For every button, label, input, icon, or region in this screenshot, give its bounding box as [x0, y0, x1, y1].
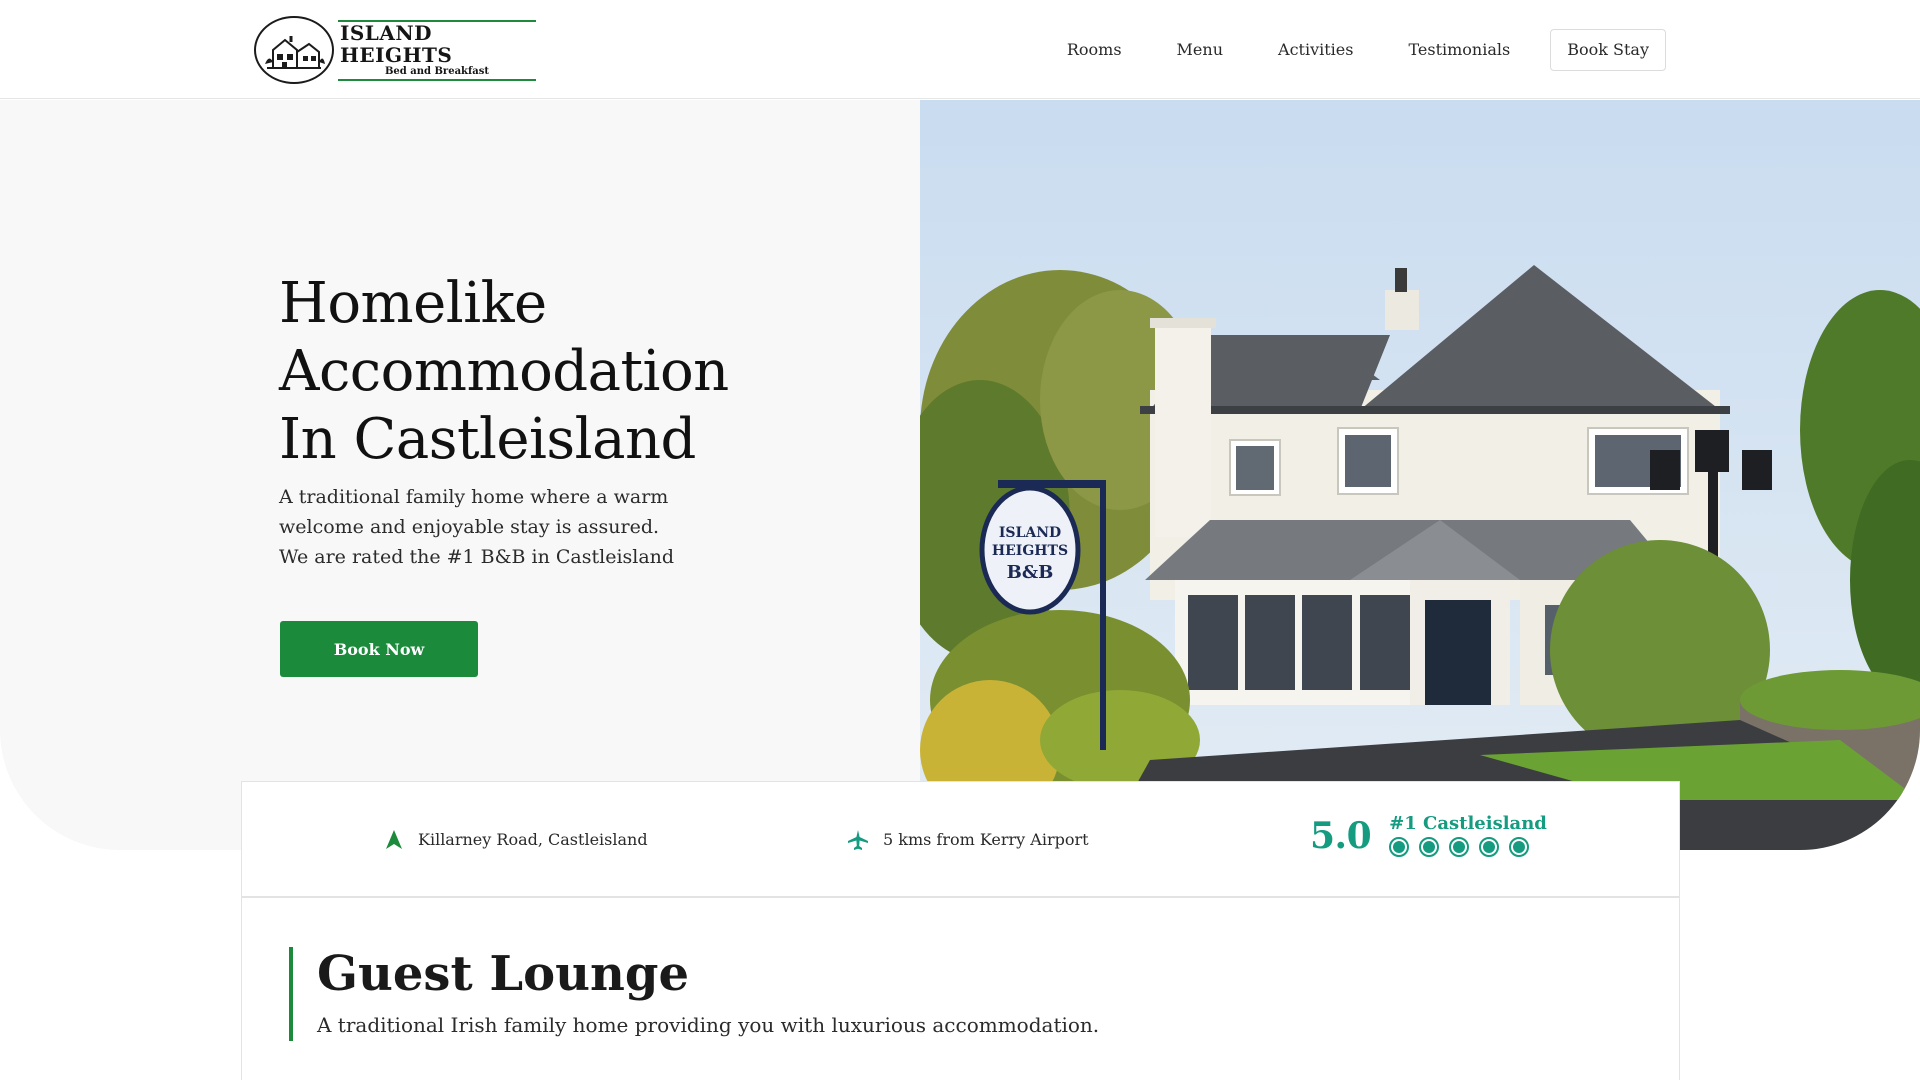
guesthouse-photo: ISLAND HEIGHTS B&B — [920, 100, 1920, 850]
book-now-button[interactable]: Book Now — [280, 621, 478, 677]
hero-title-line: Homelike — [279, 271, 547, 336]
house-logo-icon — [254, 16, 334, 84]
hero-subtitle-line: welcome and enjoyable stay is assured. — [279, 516, 660, 538]
hero-copy: Homelike Accommodation In Castleisland A… — [279, 270, 799, 572]
guest-lounge-subtitle: A traditional Irish family home providin… — [317, 1013, 1100, 1037]
rating-label: #1 Castleisland — [1389, 813, 1547, 834]
logo-tagline: Bed and Breakfast — [338, 66, 536, 81]
hero-title-line: In Castleisland — [279, 407, 696, 472]
logo-title: ISLAND HEIGHTS — [338, 19, 536, 66]
airplane-icon — [848, 829, 868, 850]
nav-item-activities[interactable]: Activities — [1278, 29, 1353, 71]
section-accent-bar — [289, 947, 293, 1041]
hero-subtitle-line: A traditional family home where a warm — [279, 486, 669, 508]
location-text: Killarney Road, Castleisland — [418, 830, 648, 849]
rating-dot-icon — [1479, 837, 1500, 857]
guest-lounge-title: Guest Lounge — [317, 946, 689, 1002]
rating-score: 5.0 — [1310, 814, 1372, 857]
book-stay-button[interactable]: Book Stay — [1550, 29, 1666, 71]
photo-sign-line1: ISLAND — [999, 525, 1061, 541]
hero-title-line: Accommodation — [279, 339, 729, 404]
nav-item-rooms[interactable]: Rooms — [1067, 29, 1122, 71]
site-logo[interactable]: ISLAND HEIGHTS Bed and Breakfast — [254, 16, 536, 84]
info-bar: Killarney Road, Castleisland 5 kms from … — [241, 781, 1680, 898]
photo-sign-line2: HEIGHTS — [992, 543, 1068, 559]
site-header: ISLAND HEIGHTS Bed and Breakfast Rooms M… — [0, 0, 1920, 99]
main-nav: Rooms Menu Activities Testimonials Book … — [1012, 29, 1666, 71]
rating-dot-icon — [1449, 837, 1470, 857]
rating-block: 5.0 #1 Castleisland — [1310, 814, 1547, 857]
photo-sign-line3: B&B — [1007, 562, 1054, 583]
rating-dot-icon — [1509, 837, 1530, 857]
nav-item-menu[interactable]: Menu — [1177, 29, 1223, 71]
hero-subtitle: A traditional family home where a warm w… — [279, 482, 799, 572]
rating-dots — [1389, 837, 1547, 857]
rating-dot-icon — [1419, 837, 1440, 857]
location-arrow-icon — [386, 829, 402, 849]
hero-title: Homelike Accommodation In Castleisland — [279, 270, 799, 474]
hero-subtitle-line: We are rated the #1 B&B in Castleisland — [279, 546, 675, 568]
nav-item-testimonials[interactable]: Testimonials — [1408, 29, 1510, 71]
location-info: Killarney Road, Castleisland — [384, 782, 648, 897]
airport-info: 5 kms from Kerry Airport — [847, 782, 1089, 897]
rating-dot-icon — [1389, 837, 1410, 857]
airport-text: 5 kms from Kerry Airport — [883, 830, 1089, 849]
